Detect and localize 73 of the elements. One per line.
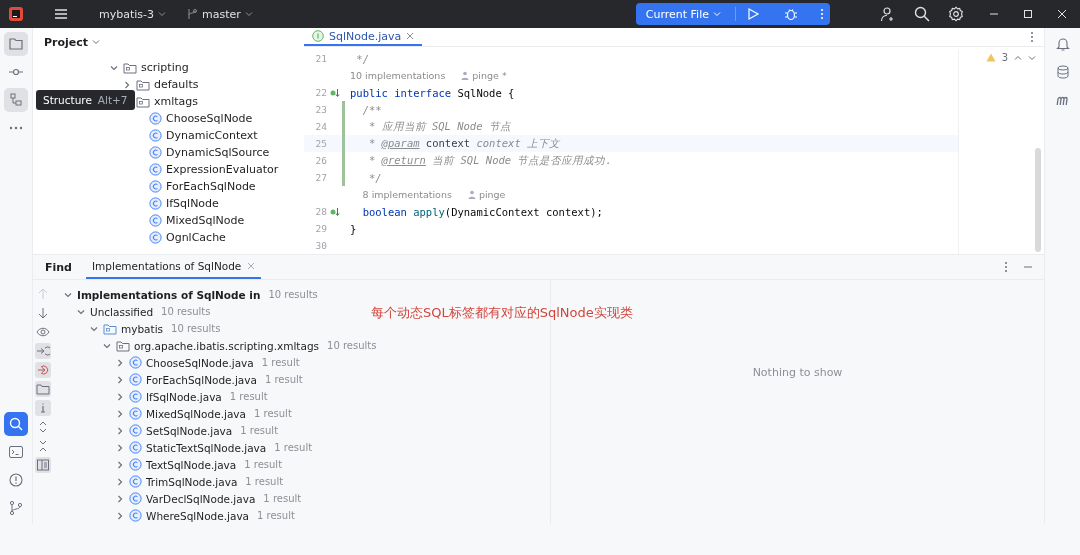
tree-item[interactable]: OgnlCache	[166, 231, 226, 244]
line-number: 23	[314, 104, 327, 115]
result-count: 1 result	[254, 408, 292, 419]
branch-selector[interactable]: master	[181, 4, 258, 24]
usages-hint[interactable]: 8 implementations	[362, 189, 452, 200]
results-tab[interactable]: Implementations of SqlNode	[86, 255, 262, 279]
usages-hint[interactable]: 10 implementations	[350, 70, 446, 81]
annotation-text: 每个动态SQL标签都有对应的SqlNode实现类	[371, 304, 633, 322]
result-item[interactable]: Implementations of SqlNode in	[77, 288, 261, 301]
code-line: */	[367, 171, 382, 184]
result-count: 1 result	[263, 493, 302, 504]
editor-tab[interactable]: SqlNode.java	[304, 28, 423, 46]
result-count: 1 result	[229, 391, 268, 402]
result-item[interactable]: mybatis	[121, 322, 164, 335]
project-selector[interactable]: mybatis-3	[94, 4, 172, 24]
result-count: 10 results	[171, 323, 221, 334]
code-line: * @return 当前 SQL Node 节点是否应用成功.	[367, 153, 612, 168]
result-item[interactable]: org.apache.ibatis.scripting.xmltags	[134, 339, 320, 352]
result-count: 10 results	[268, 289, 318, 300]
line-number: 28	[314, 206, 327, 217]
tree-item[interactable]: ForEachSqlNode	[166, 180, 256, 193]
tooltip-label: Structure	[43, 94, 92, 106]
line-number: 26	[314, 155, 327, 166]
code-line: boolean apply(DynamicContext context);	[361, 205, 603, 218]
tree-item[interactable]: ExpressionEvaluator	[166, 163, 279, 176]
tree-item[interactable]: xmltags	[154, 95, 199, 108]
line-number: 25	[314, 138, 327, 149]
tree-item[interactable]: MixedSqlNode	[166, 214, 245, 227]
shortcut-label: Alt+7	[97, 94, 128, 106]
line-number: 21	[314, 53, 327, 64]
tree-item[interactable]: defaults	[154, 78, 199, 91]
tree-item[interactable]: scripting	[141, 61, 189, 74]
result-item[interactable]: MixedSqlNode.java	[146, 407, 246, 420]
line-number: 24	[314, 121, 327, 132]
code-line: /**	[361, 103, 382, 116]
result-item[interactable]: TrimSqlNode.java	[146, 475, 238, 488]
empty-preview-message: Nothing to show	[752, 365, 843, 379]
result-item[interactable]: IfSqlNode.java	[146, 390, 222, 403]
warnings-indicator[interactable]: 3	[985, 52, 1036, 63]
panel-title[interactable]: Project	[44, 35, 89, 49]
result-count: 10 results	[161, 306, 211, 317]
result-item[interactable]: ChooseSqlNode.java	[146, 356, 254, 369]
code-line: * @param context context 上下文	[367, 136, 561, 151]
line-number: 27	[314, 172, 327, 183]
tree-item[interactable]: DynamicContext	[166, 129, 258, 142]
author-hint[interactable]: pinge *	[472, 70, 507, 81]
author-hint[interactable]: pinge	[478, 189, 506, 200]
result-item[interactable]: TextSqlNode.java	[146, 458, 237, 471]
result-count: 1 result	[244, 459, 283, 470]
result-count: 1 result	[240, 425, 279, 436]
line-number: 22	[314, 87, 327, 98]
result-item[interactable]: ForEachSqlNode.java	[146, 373, 257, 386]
result-item[interactable]: VarDeclSqlNode.java	[146, 492, 256, 505]
result-count: 1 result	[264, 374, 303, 385]
result-count: 10 results	[327, 340, 377, 351]
result-item[interactable]: WhereSqlNode.java	[146, 509, 250, 522]
result-item[interactable]: StaticTextSqlNode.java	[146, 441, 267, 454]
line-number: 30	[314, 240, 327, 251]
result-count: 1 result	[261, 357, 300, 368]
tree-item[interactable]: ChooseSqlNode	[166, 112, 253, 125]
result-item[interactable]: Unclassified	[90, 305, 154, 318]
code-line: * 应用当前 SQL Node 节点	[367, 119, 511, 134]
code-line: */	[355, 52, 369, 65]
panel-title: Find	[45, 259, 72, 276]
line-number: 29	[314, 223, 327, 234]
tree-item[interactable]: IfSqlNode	[166, 197, 219, 210]
result-count: 1 result	[245, 476, 284, 487]
result-count: 1 result	[257, 510, 295, 521]
result-item[interactable]: SetSqlNode.java	[146, 424, 233, 437]
code-line: public interface SqlNode {	[350, 86, 515, 99]
code-line: }	[350, 222, 357, 235]
tree-item[interactable]: DynamicSqlSource	[166, 146, 270, 159]
result-count: 1 result	[274, 442, 313, 453]
